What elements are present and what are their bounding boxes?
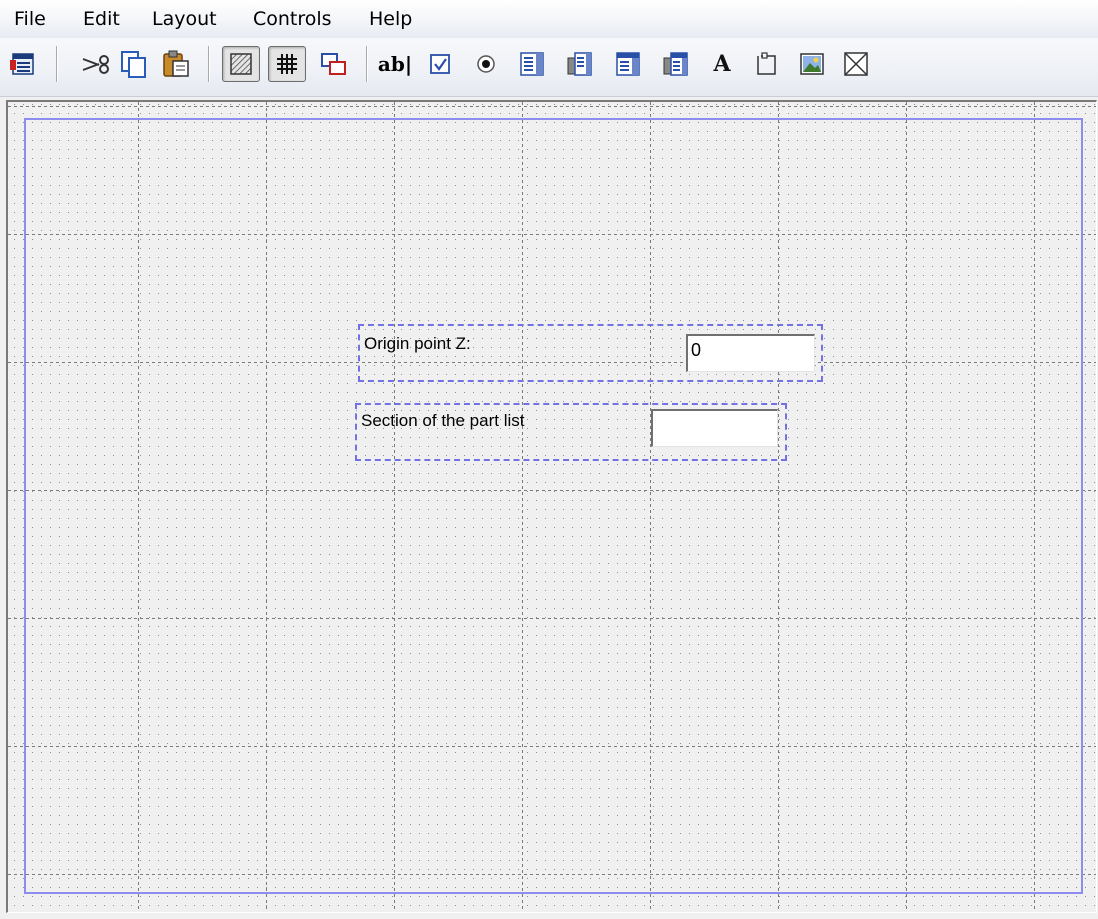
- picture-icon[interactable]: [796, 48, 828, 80]
- cut-icon[interactable]: [80, 48, 112, 80]
- checkbox-icon[interactable]: [424, 48, 456, 80]
- list-box-icon[interactable]: [516, 48, 548, 80]
- copy-icon[interactable]: [118, 48, 150, 80]
- combo-box-icon[interactable]: [564, 48, 596, 80]
- group-box-icon[interactable]: [750, 48, 782, 80]
- static-text-icon[interactable]: A: [706, 48, 738, 80]
- menu-layout[interactable]: Layout: [152, 8, 217, 30]
- menu-edit[interactable]: Edit: [83, 8, 120, 30]
- toolbar-separator: [56, 46, 58, 82]
- grid-snap-icon[interactable]: [268, 46, 306, 82]
- origin-point-z-label: Origin point Z:: [364, 334, 471, 353]
- toolbar: ab| A: [0, 38, 1098, 97]
- paste-icon[interactable]: [160, 48, 192, 80]
- list-box-2-icon[interactable]: [612, 48, 644, 80]
- combo-box-2-icon[interactable]: [660, 48, 692, 80]
- text-field-icon[interactable]: ab|: [376, 48, 414, 80]
- part-list-section-input[interactable]: [651, 409, 778, 447]
- grid-show-icon[interactable]: [222, 46, 260, 82]
- part-list-section-label: Section of the part list: [361, 411, 525, 430]
- origin-point-z-input[interactable]: 0: [686, 334, 815, 372]
- form-properties-icon[interactable]: [6, 48, 38, 80]
- form-boundary: [24, 118, 1083, 894]
- toolbar-separator: [208, 46, 210, 82]
- design-canvas[interactable]: Origin point Z: 0 Section of the part li…: [6, 100, 1097, 913]
- toolbar-separator: [366, 46, 368, 82]
- menu-controls[interactable]: Controls: [253, 8, 332, 30]
- menu-file[interactable]: File: [14, 8, 46, 30]
- menu-help[interactable]: Help: [369, 8, 412, 30]
- tab-order-icon[interactable]: [318, 48, 350, 80]
- menu-bar: File Edit Layout Controls Help: [0, 0, 1098, 38]
- part-list-section-control[interactable]: Section of the part list: [355, 403, 787, 461]
- origin-point-z-control[interactable]: Origin point Z: 0: [358, 324, 823, 382]
- radio-button-icon[interactable]: [470, 48, 502, 80]
- placeholder-icon[interactable]: [840, 48, 872, 80]
